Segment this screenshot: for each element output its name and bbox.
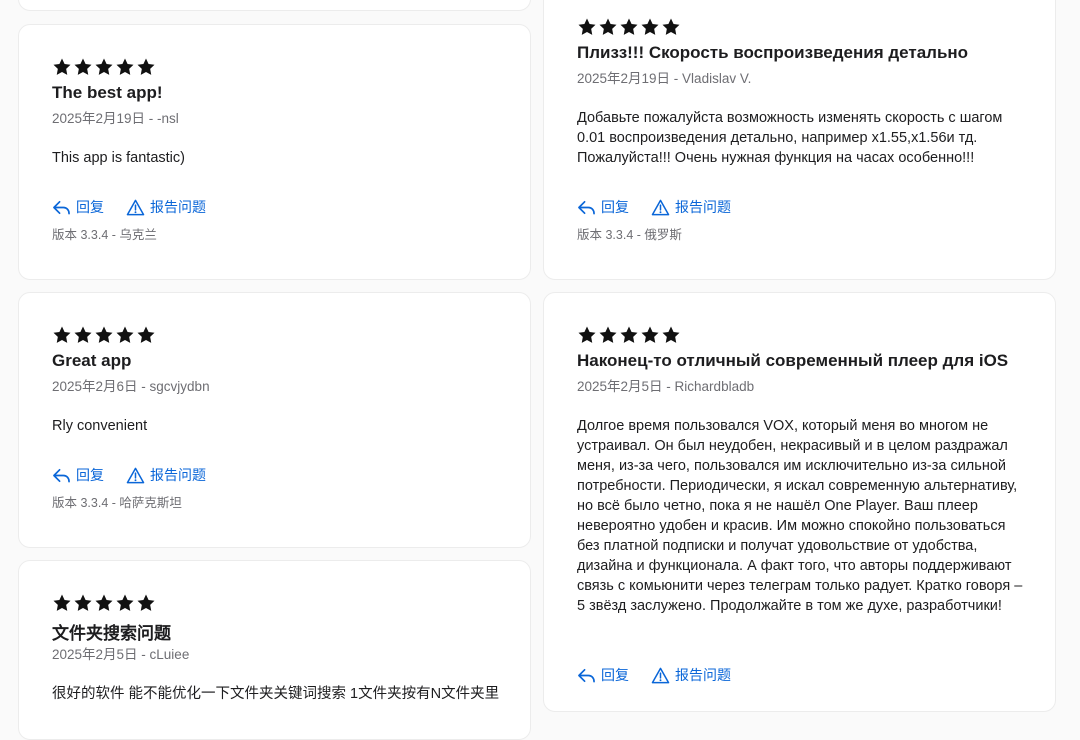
star-icon bbox=[116, 326, 134, 343]
review-title: 文件夹搜索问题 bbox=[52, 624, 171, 643]
star-icon bbox=[53, 326, 71, 343]
review-card: 文件夹搜索问题 2025年2月5日 - cLuiee 很好的软件 能不能优化一下… bbox=[18, 560, 531, 740]
star-icon bbox=[53, 58, 71, 75]
star-icon bbox=[95, 326, 113, 343]
star-icon bbox=[116, 58, 134, 75]
review-title: Great app bbox=[52, 351, 132, 370]
review-body: This app is fantastic) bbox=[52, 150, 185, 166]
star-icon bbox=[74, 58, 92, 75]
review-body: Долгое время пользовался VOX, который ме… bbox=[577, 418, 1023, 614]
star-icon bbox=[578, 326, 596, 343]
review-actions: 回复 报告问题 bbox=[52, 197, 206, 217]
review-card: Наконец-то отличный современный плеер дл… bbox=[543, 292, 1056, 712]
report-problem-button[interactable]: 报告问题 bbox=[126, 197, 206, 217]
star-icon bbox=[137, 594, 155, 611]
review-date-author: 2025年2月5日 - Richardbladb bbox=[577, 379, 755, 394]
review-title: Плизз!!! Скорость воспроизведения деталь… bbox=[577, 43, 969, 62]
star-icon bbox=[137, 326, 155, 343]
reply-arrow-icon bbox=[578, 668, 595, 682]
reply-button[interactable]: 回复 bbox=[52, 465, 104, 485]
star-icon bbox=[641, 18, 659, 35]
reply-arrow-icon bbox=[578, 200, 595, 214]
warning-triangle-icon bbox=[126, 467, 145, 483]
star-rating bbox=[52, 325, 156, 345]
star-icon bbox=[116, 594, 134, 611]
warning-triangle-icon bbox=[126, 199, 145, 215]
review-actions: 回复 报告问题 bbox=[577, 665, 731, 685]
star-icon bbox=[662, 18, 680, 35]
warning-triangle-icon bbox=[651, 667, 670, 683]
reply-button[interactable]: 回复 bbox=[577, 197, 629, 217]
review-version-region: 版本 3.3.4 - 俄罗斯 bbox=[577, 228, 682, 242]
report-label: 报告问题 bbox=[675, 199, 731, 215]
review-card-partial-top-left bbox=[18, 0, 531, 11]
star-icon bbox=[599, 18, 617, 35]
reply-label: 回复 bbox=[76, 467, 104, 483]
star-icon bbox=[620, 326, 638, 343]
review-card: Плизз!!! Скорость воспроизведения деталь… bbox=[543, 0, 1056, 280]
review-card: Great app 2025年2月6日 - sgcvjydbn Rly conv… bbox=[18, 292, 531, 548]
star-rating bbox=[52, 57, 156, 77]
star-icon bbox=[53, 594, 71, 611]
report-label: 报告问题 bbox=[675, 667, 731, 683]
review-version-region: 版本 3.3.4 - 哈萨克斯坦 bbox=[52, 496, 182, 510]
report-label: 报告问题 bbox=[150, 467, 206, 483]
star-rating bbox=[577, 17, 681, 37]
star-icon bbox=[599, 326, 617, 343]
warning-triangle-icon bbox=[651, 199, 670, 215]
report-problem-button[interactable]: 报告问题 bbox=[651, 665, 731, 685]
star-icon bbox=[137, 58, 155, 75]
star-icon bbox=[74, 594, 92, 611]
report-label: 报告问题 bbox=[150, 199, 206, 215]
reply-arrow-icon bbox=[53, 468, 70, 482]
star-icon bbox=[95, 58, 113, 75]
star-icon bbox=[74, 326, 92, 343]
star-icon bbox=[95, 594, 113, 611]
star-rating bbox=[577, 325, 681, 345]
review-date-author: 2025年2月6日 - sgcvjydbn bbox=[52, 379, 210, 394]
reply-arrow-icon bbox=[53, 200, 70, 214]
review-card: The best app! 2025年2月19日 - -nsl This app… bbox=[18, 24, 531, 280]
review-title: Наконец-то отличный современный плеер дл… bbox=[577, 351, 1009, 370]
reply-button[interactable]: 回复 bbox=[577, 665, 629, 685]
reply-label: 回复 bbox=[601, 667, 629, 683]
review-version-region: 版本 3.3.4 - 乌克兰 bbox=[52, 228, 157, 242]
reply-label: 回复 bbox=[601, 199, 629, 215]
review-actions: 回复 报告问题 bbox=[577, 197, 731, 217]
review-title: The best app! bbox=[52, 83, 163, 102]
report-problem-button[interactable]: 报告问题 bbox=[126, 465, 206, 485]
star-icon bbox=[578, 18, 596, 35]
reply-button[interactable]: 回复 bbox=[52, 197, 104, 217]
star-icon bbox=[641, 326, 659, 343]
star-rating bbox=[52, 593, 156, 613]
review-body: 很好的软件 能不能优化一下文件夹关键词搜索 1文件夹按有N文件夹里 bbox=[52, 686, 500, 702]
star-icon bbox=[662, 326, 680, 343]
review-date-author: 2025年2月19日 - Vladislav V. bbox=[577, 71, 752, 86]
report-problem-button[interactable]: 报告问题 bbox=[651, 197, 731, 217]
review-body: Добавьте пожалуйста возможность изменять… bbox=[577, 110, 1003, 166]
review-date-author: 2025年2月5日 - cLuiee bbox=[52, 647, 190, 662]
star-icon bbox=[620, 18, 638, 35]
review-date-author: 2025年2月19日 - -nsl bbox=[52, 111, 179, 126]
reply-label: 回复 bbox=[76, 199, 104, 215]
review-body: Rly convenient bbox=[52, 418, 148, 434]
review-actions: 回复 报告问题 bbox=[52, 465, 206, 485]
